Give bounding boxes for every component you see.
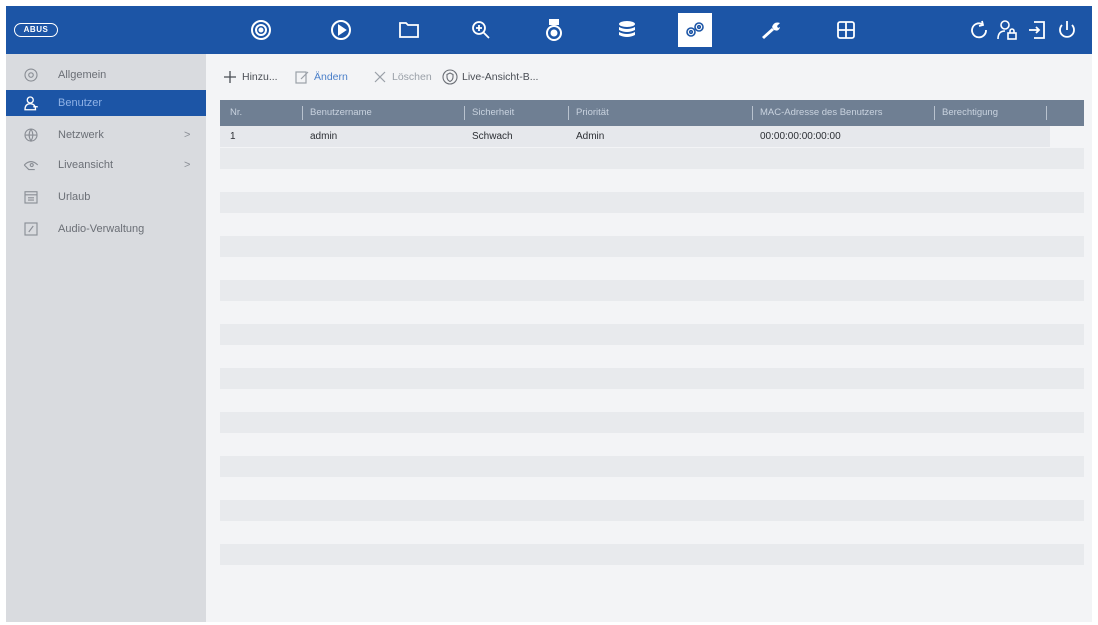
user-icon — [22, 94, 40, 112]
edit-label: Ändern — [314, 71, 348, 83]
liveview-label: Live-Ansicht-B... — [462, 71, 539, 83]
empty-row — [220, 412, 1084, 433]
close-icon — [374, 71, 386, 83]
sidebar: Allgemein Benutzer Netzwerk > Liveansich… — [6, 54, 206, 622]
sidebar-item-liveansicht[interactable]: Liveansicht > — [6, 152, 206, 178]
empty-row — [220, 192, 1084, 213]
storage-icon[interactable] — [610, 13, 644, 47]
general-settings-icon — [22, 66, 40, 84]
column-header-prioritaet[interactable]: Priorität — [568, 100, 752, 126]
shield-icon — [442, 69, 458, 85]
network-globe-icon — [22, 126, 40, 144]
cell-nr: 1 — [230, 131, 236, 142]
calendar-icon — [22, 188, 40, 206]
power-icon[interactable] — [1054, 13, 1080, 47]
table-row[interactable]: 1 admin Schwach Admin 00:00:00:00:00:00 — [220, 126, 1050, 147]
file-management-icon[interactable] — [392, 13, 426, 47]
add-label: Hinzu... — [242, 71, 278, 83]
delete-label: Löschen — [392, 71, 432, 83]
logout-icon[interactable] — [1024, 13, 1050, 47]
chevron-right-icon: > — [184, 129, 191, 141]
empty-row — [220, 280, 1084, 301]
brand-logo: ABUS — [14, 23, 58, 37]
sidebar-item-label: Audio-Verwaltung — [58, 223, 145, 235]
table-header: Nr. Benutzername Sicherheit Priorität MA… — [220, 100, 1084, 126]
audio-icon — [22, 220, 40, 238]
sidebar-item-label: Benutzer — [58, 97, 103, 109]
edit-icon — [295, 71, 309, 84]
cell-mac-adresse: 00:00:00:00:00:00 — [760, 131, 841, 142]
cell-berechtigung — [934, 126, 942, 147]
edit-button[interactable]: Ändern — [294, 66, 348, 88]
empty-row — [220, 324, 1084, 345]
refresh-icon[interactable] — [966, 13, 992, 47]
smart-search-icon[interactable] — [464, 13, 498, 47]
sidebar-item-label: Allgemein — [58, 69, 107, 81]
multi-view-icon[interactable] — [829, 13, 863, 47]
empty-row — [220, 148, 1084, 169]
cell-prioritaet: Admin — [576, 131, 605, 142]
column-header-benutzername[interactable]: Benutzername — [302, 100, 464, 126]
add-button[interactable]: Hinzu... — [222, 66, 278, 88]
plus-icon — [224, 71, 236, 83]
empty-row — [220, 368, 1084, 389]
sidebar-item-netzwerk[interactable]: Netzwerk > — [6, 122, 206, 148]
liveview-permission-button[interactable]: Live-Ansicht-B... — [442, 66, 538, 88]
sidebar-item-urlaub[interactable]: Urlaub — [6, 184, 206, 210]
sidebar-item-label: Liveansicht — [58, 159, 114, 171]
cell-sicherheit: Schwach — [472, 131, 513, 142]
top-navigation-bar: ABUS — [6, 6, 1092, 54]
column-header-sicherheit[interactable]: Sicherheit — [464, 100, 568, 126]
empty-row — [220, 236, 1084, 257]
column-header-berechtigung[interactable]: Berechtigung — [934, 100, 1046, 126]
column-header-nr[interactable]: Nr. — [222, 100, 302, 126]
user-lock-icon[interactable] — [994, 13, 1020, 47]
sidebar-item-audio-verwaltung[interactable]: Audio-Verwaltung — [6, 216, 206, 242]
empty-row — [220, 544, 1084, 565]
app-window: ABUS Allgemein Benutzer Netzwerk > Livea… — [6, 6, 1092, 622]
sidebar-item-allgemein[interactable]: Allgemein — [6, 62, 206, 88]
liveview-icon — [22, 156, 40, 174]
chevron-right-icon: > — [184, 159, 191, 171]
playback-icon[interactable] — [324, 13, 358, 47]
maintenance-icon[interactable] — [754, 13, 788, 47]
sidebar-item-benutzer[interactable]: Benutzer — [6, 90, 206, 116]
sidebar-item-label: Netzwerk — [58, 129, 104, 141]
cell-benutzername: admin — [310, 131, 338, 142]
toolbar: Hinzu... Ändern Löschen Live-Ansicht-B..… — [206, 54, 1092, 100]
live-view-icon[interactable] — [244, 13, 278, 47]
main-content: Hinzu... Ändern Löschen Live-Ansicht-B..… — [206, 54, 1092, 622]
empty-row — [220, 500, 1084, 521]
empty-row — [220, 456, 1084, 477]
delete-button[interactable]: Löschen — [372, 66, 432, 88]
camera-icon[interactable] — [537, 13, 571, 47]
column-header-mac-adresse[interactable]: MAC-Adresse des Benutzers — [752, 100, 934, 126]
configuration-icon[interactable] — [678, 13, 712, 47]
sidebar-item-label: Urlaub — [58, 191, 91, 203]
